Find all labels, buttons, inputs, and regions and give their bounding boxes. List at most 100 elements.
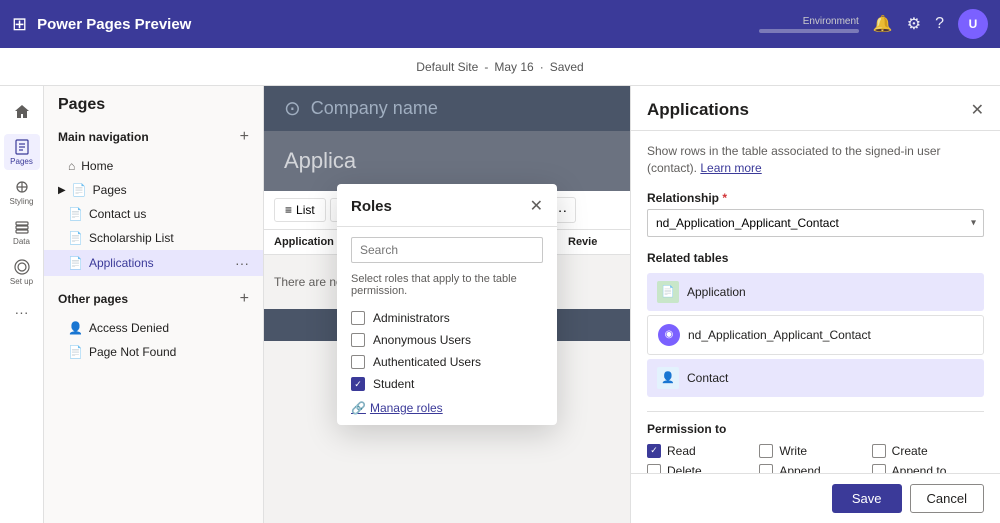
delete-label: Delete (667, 464, 702, 473)
nav-item-scholarship[interactable]: 📄 Scholarship List (44, 226, 263, 250)
grid-icon[interactable]: ⊞ (12, 14, 27, 35)
modal-close-button[interactable]: ✕ (530, 196, 543, 216)
add-other-page[interactable]: + (240, 290, 249, 308)
authenticated-checkbox[interactable] (351, 355, 365, 369)
nav-more-icon[interactable]: ··· (235, 255, 249, 271)
nav-item-not-found[interactable]: 📄 Page Not Found (44, 340, 263, 364)
other-pages-header: Other pages + (44, 286, 263, 312)
create-label: Create (892, 444, 928, 458)
role-authenticated: Authenticated Users (351, 351, 543, 373)
nav-item-applications[interactable]: 📄 Applications ··· (44, 250, 263, 276)
student-label: Student (373, 377, 414, 391)
avatar[interactable]: U (958, 9, 988, 39)
data-label: Data (13, 237, 30, 246)
bell-icon[interactable]: 🔔 (873, 14, 893, 34)
right-panel: Applications ✕ Show rows in the table as… (630, 86, 1000, 523)
icon-sidebar: Pages Styling Data Set up ··· (0, 86, 44, 523)
sidebar-item-styling[interactable]: Styling (4, 174, 40, 210)
env-info: Environment (759, 16, 859, 33)
pages-label: Pages (10, 157, 33, 166)
perm-append-to: Append to (872, 464, 984, 473)
nav-item-contact[interactable]: 📄 Contact us (44, 202, 263, 226)
env-label: Environment (759, 16, 859, 27)
nav-pages-label: Pages (93, 183, 127, 197)
nav-item-access-denied[interactable]: 👤 Access Denied (44, 316, 263, 340)
save-status: Saved (550, 60, 584, 74)
modal-header: Roles ✕ (337, 184, 557, 227)
modal-body: Select roles that apply to the table per… (337, 227, 557, 425)
related-table-contact[interactable]: 👤 Contact (647, 359, 984, 397)
gear-icon[interactable]: ⚙ (907, 14, 921, 34)
manage-roles-link[interactable]: 🔗 Manage roles (351, 401, 543, 415)
right-panel-title: Applications (647, 100, 749, 120)
access-denied-icon: 👤 (68, 321, 83, 335)
save-button[interactable]: Save (832, 484, 902, 513)
create-checkbox[interactable] (872, 444, 886, 458)
add-main-nav[interactable]: + (240, 128, 249, 146)
student-checkbox[interactable]: ✓ (351, 377, 365, 391)
perm-write: Write (759, 444, 871, 458)
page-icon: 📄 (72, 183, 87, 197)
append-checkbox[interactable] (759, 464, 773, 473)
cancel-button[interactable]: Cancel (910, 484, 984, 513)
modal-desc: Select roles that apply to the table per… (351, 273, 543, 297)
site-name: Default Site (416, 60, 478, 74)
home-nav-icon: ⌂ (68, 159, 75, 173)
right-panel-footer: Save Cancel (631, 473, 1000, 523)
nav-applications-label: Applications (89, 256, 154, 270)
nav-item-pages[interactable]: ▶ 📄 Pages (44, 178, 263, 202)
applications-icon: 📄 (68, 256, 83, 270)
append-to-label: Append to (892, 464, 947, 473)
nav-item-home[interactable]: ⌂ Home (44, 154, 263, 178)
read-checkbox[interactable]: ✓ (647, 444, 661, 458)
permission-grid: ✓ Read Write Create Delete (647, 444, 984, 473)
modal-title: Roles (351, 198, 392, 215)
role-anonymous: Anonymous Users (351, 329, 543, 351)
contact-table-label: Contact (687, 371, 728, 385)
append-label: Append (779, 464, 820, 473)
delete-checkbox[interactable] (647, 464, 661, 473)
anonymous-label: Anonymous Users (373, 333, 471, 347)
learn-more-link[interactable]: Learn more (700, 161, 761, 175)
relationship-label: Relationship (647, 191, 984, 205)
authenticated-label: Authenticated Users (373, 355, 481, 369)
styling-label: Styling (9, 197, 33, 206)
right-panel-close-button[interactable]: ✕ (971, 100, 984, 120)
append-to-checkbox[interactable] (872, 464, 886, 473)
related-table-nd[interactable]: ◉ nd_Application_Applicant_Contact (647, 315, 984, 355)
scholarship-icon: 📄 (68, 231, 83, 245)
write-label: Write (779, 444, 807, 458)
relationship-select[interactable]: nd_Application_Applicant_Contact (647, 209, 984, 237)
secondary-bar: Default Site - May 16 · Saved (0, 48, 1000, 86)
application-table-label: Application (687, 285, 746, 299)
manage-roles-label: Manage roles (370, 401, 443, 415)
administrators-checkbox[interactable] (351, 311, 365, 325)
roles-modal: Roles ✕ Select roles that apply to the t… (337, 184, 557, 425)
nav-home-label: Home (81, 159, 113, 173)
perm-append: Append (759, 464, 871, 473)
nav-access-denied-label: Access Denied (89, 321, 169, 335)
related-table-application[interactable]: 📄 Application (647, 273, 984, 311)
anonymous-checkbox[interactable] (351, 333, 365, 347)
role-administrators: Administrators (351, 307, 543, 329)
sidebar-item-home[interactable] (4, 94, 40, 130)
nav-not-found-label: Page Not Found (89, 345, 176, 359)
write-checkbox[interactable] (759, 444, 773, 458)
help-icon[interactable]: ? (935, 15, 944, 33)
sidebar-item-setup[interactable]: Set up (4, 254, 40, 290)
perm-delete: Delete (647, 464, 759, 473)
application-table-icon: 📄 (657, 281, 679, 303)
not-found-icon: 📄 (68, 345, 83, 359)
sidebar-item-data[interactable]: Data (4, 214, 40, 250)
perm-create: Create (872, 444, 984, 458)
administrators-label: Administrators (373, 311, 450, 325)
perm-read: ✓ Read (647, 444, 759, 458)
contact-table-icon: 👤 (657, 367, 679, 389)
roles-search-input[interactable] (351, 237, 543, 263)
main-nav-header: Main navigation + (44, 124, 263, 150)
sidebar-item-more[interactable]: ··· (4, 294, 40, 330)
pages-panel: Pages Main navigation + ⌂ Home ▶ 📄 Pages… (44, 86, 264, 523)
other-pages-label: Other pages (58, 292, 128, 306)
sidebar-item-pages[interactable]: Pages (4, 134, 40, 170)
panel-title: Pages (44, 96, 263, 124)
